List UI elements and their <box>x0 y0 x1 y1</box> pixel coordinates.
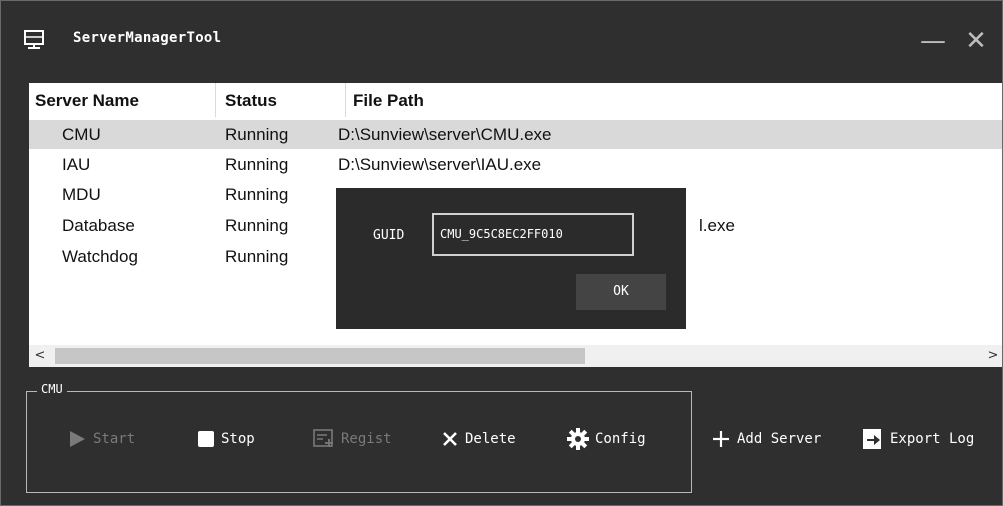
minimize-button[interactable]: — <box>918 23 948 59</box>
gear-icon <box>567 428 589 450</box>
x-icon <box>443 432 457 446</box>
export-log-button[interactable]: Export Log <box>862 427 974 451</box>
close-button[interactable]: ✕ <box>961 23 991 59</box>
monitor-icon <box>24 30 44 49</box>
plus-icon <box>713 431 729 447</box>
play-icon <box>70 431 85 447</box>
status-cell: Running <box>225 185 289 204</box>
column-divider[interactable] <box>345 83 346 117</box>
horizontal-scrollbar[interactable]: < > <box>29 345 1002 367</box>
column-divider[interactable] <box>215 83 216 117</box>
server-name-cell: Watchdog <box>62 247 138 266</box>
stop-button[interactable]: Stop <box>197 427 255 451</box>
add-server-button[interactable]: Add Server <box>711 427 821 451</box>
column-header-file-path[interactable]: File Path <box>353 91 424 111</box>
column-header-status[interactable]: Status <box>225 91 277 111</box>
regist-label: Regist <box>341 431 392 447</box>
status-cell: Running <box>225 247 289 266</box>
file-path-cell: l.exe <box>699 216 735 235</box>
status-cell: Running <box>225 216 289 235</box>
scroll-left-arrow[interactable]: < <box>29 345 51 367</box>
column-header-server-name[interactable]: Server Name <box>35 91 139 111</box>
table-row[interactable]: IAU Running D:\Sunview\server\IAU.exe <box>29 150 1002 179</box>
server-manager-window: ServerManagerTool — ✕ Server Name Status… <box>0 0 1003 506</box>
status-cell: Running <box>225 155 289 174</box>
guid-dialog: GUID CMU_9C5C8EC2FF010 OK <box>336 188 686 329</box>
bottom-panel: CMU Start Stop Regist Delete Config Add … <box>1 367 1002 505</box>
config-button[interactable]: Config <box>567 427 646 451</box>
delete-button[interactable]: Delete <box>441 427 516 451</box>
ok-button[interactable]: OK <box>576 274 666 310</box>
export-log-label: Export Log <box>890 431 975 447</box>
guid-field[interactable]: CMU_9C5C8EC2FF010 <box>432 213 634 256</box>
start-button[interactable]: Start <box>67 427 135 451</box>
group-title: CMU <box>37 382 67 396</box>
file-path-cell: D:\Sunview\server\IAU.exe <box>338 155 542 174</box>
window-title: ServerManagerTool <box>73 30 222 46</box>
server-name-cell: CMU <box>62 125 101 144</box>
guid-label: GUID <box>373 228 405 243</box>
title-bar: ServerManagerTool — ✕ <box>1 1 1002 81</box>
add-server-label: Add Server <box>737 431 822 447</box>
delete-label: Delete <box>465 431 516 447</box>
table-row[interactable]: CMU Running D:\Sunview\server\CMU.exe <box>29 120 1002 149</box>
start-label: Start <box>93 431 136 447</box>
scrollbar-thumb[interactable] <box>55 348 585 364</box>
register-icon <box>313 429 333 447</box>
status-cell: Running <box>225 125 289 144</box>
server-name-cell: MDU <box>62 185 101 204</box>
export-icon <box>863 429 881 449</box>
list-header: Server Name Status File Path <box>29 83 1002 117</box>
stop-icon <box>198 431 214 447</box>
regist-button[interactable]: Regist <box>313 427 392 451</box>
scroll-right-arrow[interactable]: > <box>982 345 1002 367</box>
file-path-cell: D:\Sunview\server\CMU.exe <box>338 125 552 144</box>
server-name-cell: Database <box>62 216 135 235</box>
server-name-cell: IAU <box>62 155 91 174</box>
config-label: Config <box>595 431 646 447</box>
stop-label: Stop <box>221 431 255 447</box>
